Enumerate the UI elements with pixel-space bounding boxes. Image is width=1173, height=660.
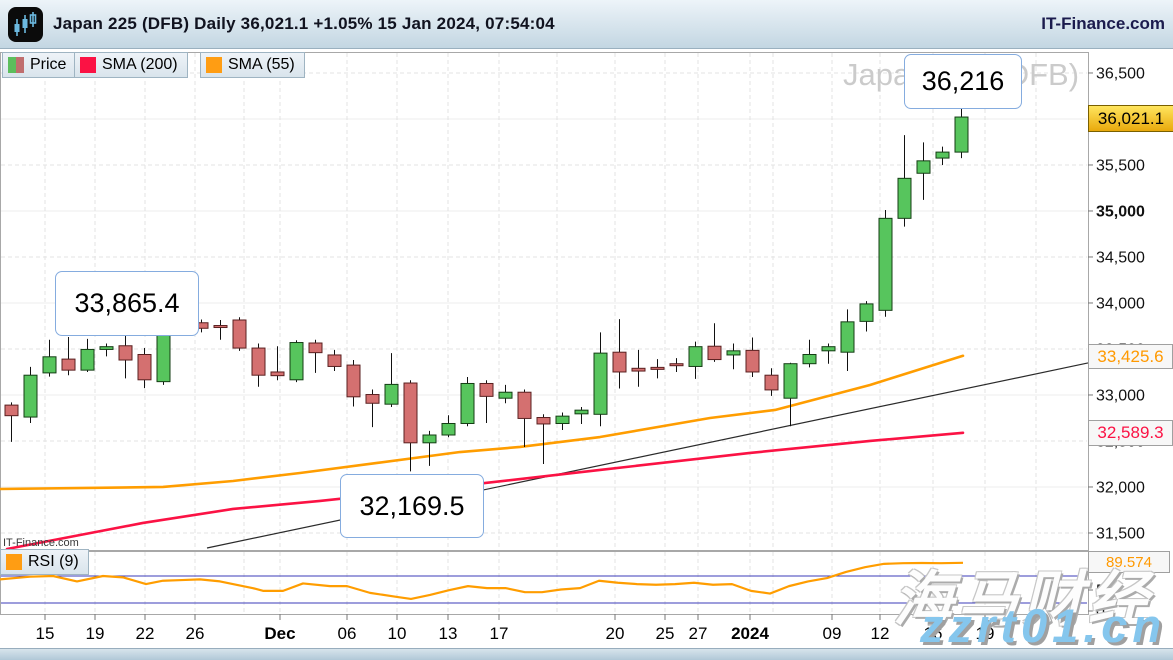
- candle-down: [404, 383, 417, 443]
- y-axis-label: 33,000: [1096, 387, 1145, 404]
- candle-up: [442, 423, 455, 435]
- candlestick-icon-glyph: [12, 11, 39, 38]
- price-callout-dec-low[interactable]: 32,169.5: [340, 474, 484, 538]
- y-axis-label: 32,000: [1096, 479, 1145, 496]
- candle-up: [157, 330, 170, 382]
- candle-up: [385, 384, 398, 404]
- candle-down: [347, 365, 360, 397]
- candle-up: [81, 349, 94, 370]
- candle-up: [955, 117, 968, 152]
- y-axis-label: 34,000: [1096, 295, 1145, 312]
- last-price-marker: 36,021.1: [1088, 105, 1173, 132]
- x-axis-label: 19: [86, 624, 105, 643]
- legend-chip-sma55[interactable]: SMA (55): [200, 52, 305, 78]
- candle-down: [765, 375, 778, 390]
- candle-down: [518, 392, 531, 418]
- candle-up: [803, 354, 816, 363]
- candle-down: [62, 359, 75, 370]
- sma200-swatch-icon: [80, 57, 96, 73]
- candle-down: [708, 346, 721, 359]
- x-axis-label: 06: [338, 624, 357, 643]
- legend-chip-price[interactable]: Price: [2, 52, 76, 78]
- x-axis-label: 27: [689, 624, 708, 643]
- candle-down: [138, 354, 151, 379]
- x-axis-label: 22: [136, 624, 155, 643]
- candle-up: [575, 410, 588, 414]
- y-axis-label: 31,500: [1096, 525, 1145, 542]
- title-bar: Japan 225 (DFB) Daily 36,021.1 +1.05% 15…: [0, 0, 1173, 49]
- x-axis-label: Dec: [264, 624, 295, 643]
- candle-up: [461, 383, 474, 423]
- candle-up: [43, 357, 56, 373]
- candle-up: [24, 375, 37, 417]
- candle-down: [366, 395, 379, 404]
- sma55-price-marker: 33,425.6: [1088, 344, 1173, 369]
- legend-rsi-label: RSI (9): [28, 553, 79, 571]
- x-axis-label: 13: [439, 624, 458, 643]
- candle-up: [841, 322, 854, 352]
- candle-up: [499, 392, 512, 398]
- x-axis-label: 20: [606, 624, 625, 643]
- legend-chip-sma200[interactable]: SMA (200): [74, 52, 188, 78]
- candle-down: [271, 372, 284, 376]
- x-axis-label: 25: [656, 624, 675, 643]
- chart-application-window: Japan 225 (DFB) Daily 36,021.1 +1.05% 15…: [0, 0, 1173, 660]
- candle-down: [537, 418, 550, 424]
- y-axis-label: 36,500: [1096, 65, 1145, 82]
- x-axis-label: 09: [823, 624, 842, 643]
- y-axis-label: 34,500: [1096, 249, 1145, 266]
- y-axis-label: 35,000: [1096, 203, 1145, 220]
- candle-down: [670, 364, 683, 366]
- candle-up: [898, 178, 911, 218]
- candle-up: [879, 218, 892, 310]
- candle-down: [613, 352, 626, 372]
- candle-down: [252, 348, 265, 375]
- candle-up: [594, 353, 607, 414]
- candle-up: [689, 347, 702, 367]
- x-axis-label: 2024: [731, 624, 769, 643]
- site-url-watermark: zzrt01.cn: [920, 598, 1166, 653]
- x-axis-label: 17: [490, 624, 509, 643]
- legend-price-label: Price: [30, 56, 66, 74]
- candle-up: [727, 351, 740, 355]
- candle-up: [936, 152, 949, 158]
- candle-up: [423, 435, 436, 443]
- candle-down: [632, 368, 645, 371]
- candle-up: [860, 304, 873, 321]
- x-axis-label: 26: [186, 624, 205, 643]
- candle-down: [746, 350, 759, 372]
- brand-link[interactable]: IT-Finance.com: [1041, 14, 1165, 34]
- price-swatch-icon: [8, 57, 24, 73]
- chart-credit-label: IT-Finance.com: [3, 537, 79, 549]
- candle-down: [328, 355, 341, 367]
- x-axis-label: 10: [388, 624, 407, 643]
- candle-down: [214, 326, 227, 328]
- candle-down: [233, 320, 246, 348]
- candle-up: [100, 347, 113, 350]
- legend-chip-rsi[interactable]: RSI (9): [0, 549, 89, 575]
- legend-sma200-label: SMA (200): [102, 56, 178, 74]
- price-callout-nov-high[interactable]: 33,865.4: [55, 271, 199, 336]
- chart-title: Japan 225 (DFB) Daily 36,021.1 +1.05% 15…: [53, 14, 555, 34]
- candle-up: [784, 364, 797, 399]
- sma200-price-marker: 32,589.3: [1088, 420, 1173, 446]
- candle-up: [290, 343, 303, 380]
- legend-sma55-label: SMA (55): [228, 56, 295, 74]
- candle-down: [480, 383, 493, 396]
- candle-down: [309, 343, 322, 353]
- price-callout-jan-high[interactable]: 36,216: [904, 54, 1022, 109]
- rsi-swatch-icon: [6, 554, 22, 570]
- y-axis-label: 35,500: [1096, 157, 1145, 174]
- candlestick-app-icon: [8, 7, 43, 42]
- candle-up: [822, 347, 835, 351]
- sma55-swatch-icon: [206, 57, 222, 73]
- x-axis-label: 12: [871, 624, 890, 643]
- candle-down: [651, 367, 664, 369]
- x-axis-label: 15: [36, 624, 55, 643]
- candle-up: [556, 416, 569, 423]
- candle-down: [119, 346, 132, 360]
- candle-up: [917, 161, 930, 173]
- candle-down: [5, 405, 18, 416]
